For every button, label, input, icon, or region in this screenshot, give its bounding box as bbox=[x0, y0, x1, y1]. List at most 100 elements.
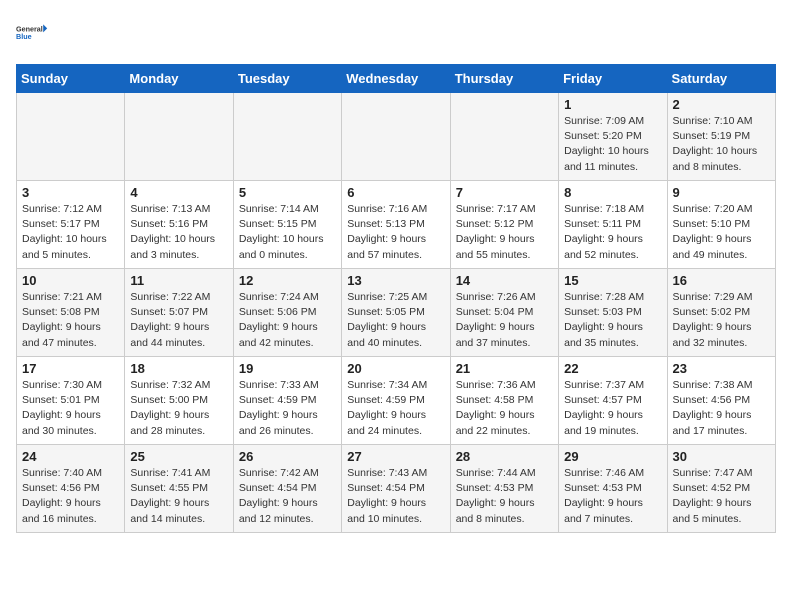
day-info: Sunrise: 7:17 AM Sunset: 5:12 PM Dayligh… bbox=[456, 202, 553, 263]
calendar-cell: 12 Sunrise: 7:24 AM Sunset: 5:06 PM Dayli… bbox=[233, 269, 341, 357]
day-info: Sunrise: 7:20 AM Sunset: 5:10 PM Dayligh… bbox=[673, 202, 770, 263]
calendar-cell: 20 Sunrise: 7:34 AM Sunset: 4:59 PM Dayli… bbox=[342, 357, 450, 445]
day-info: Sunrise: 7:43 AM Sunset: 4:54 PM Dayligh… bbox=[347, 466, 444, 527]
calendar-cell: 14 Sunrise: 7:26 AM Sunset: 5:04 PM Dayli… bbox=[450, 269, 558, 357]
week-row-4: 17 Sunrise: 7:30 AM Sunset: 5:01 PM Dayli… bbox=[17, 357, 776, 445]
calendar-cell: 19 Sunrise: 7:33 AM Sunset: 4:59 PM Dayli… bbox=[233, 357, 341, 445]
calendar-cell: 16Sunrise: 7:29 AM Sunset: 5:02 PM Dayli… bbox=[667, 269, 775, 357]
day-number: 23 bbox=[673, 361, 770, 376]
day-number: 24 bbox=[22, 449, 119, 464]
logo: GeneralBlue bbox=[16, 16, 48, 48]
day-number: 25 bbox=[130, 449, 227, 464]
day-info: Sunrise: 7:24 AM Sunset: 5:06 PM Dayligh… bbox=[239, 290, 336, 351]
day-info: Sunrise: 7:38 AM Sunset: 4:56 PM Dayligh… bbox=[673, 378, 770, 439]
calendar-cell bbox=[17, 93, 125, 181]
day-info: Sunrise: 7:12 AM Sunset: 5:17 PM Dayligh… bbox=[22, 202, 119, 263]
day-info: Sunrise: 7:30 AM Sunset: 5:01 PM Dayligh… bbox=[22, 378, 119, 439]
day-number: 17 bbox=[22, 361, 119, 376]
day-number: 26 bbox=[239, 449, 336, 464]
calendar-cell: 2Sunrise: 7:10 AM Sunset: 5:19 PM Daylig… bbox=[667, 93, 775, 181]
day-number: 7 bbox=[456, 185, 553, 200]
weekday-wednesday: Wednesday bbox=[342, 65, 450, 93]
day-info: Sunrise: 7:40 AM Sunset: 4:56 PM Dayligh… bbox=[22, 466, 119, 527]
calendar-cell bbox=[125, 93, 233, 181]
day-number: 22 bbox=[564, 361, 661, 376]
day-info: Sunrise: 7:37 AM Sunset: 4:57 PM Dayligh… bbox=[564, 378, 661, 439]
calendar-cell bbox=[342, 93, 450, 181]
calendar-cell: 10Sunrise: 7:21 AM Sunset: 5:08 PM Dayli… bbox=[17, 269, 125, 357]
day-info: Sunrise: 7:16 AM Sunset: 5:13 PM Dayligh… bbox=[347, 202, 444, 263]
day-number: 20 bbox=[347, 361, 444, 376]
calendar-cell: 27 Sunrise: 7:43 AM Sunset: 4:54 PM Dayli… bbox=[342, 445, 450, 533]
calendar-cell: 29Sunrise: 7:46 AM Sunset: 4:53 PM Dayli… bbox=[559, 445, 667, 533]
day-info: Sunrise: 7:41 AM Sunset: 4:55 PM Dayligh… bbox=[130, 466, 227, 527]
calendar-cell: 7 Sunrise: 7:17 AM Sunset: 5:12 PM Daylig… bbox=[450, 181, 558, 269]
calendar-header: SundayMondayTuesdayWednesdayThursdayFrid… bbox=[17, 65, 776, 93]
day-number: 19 bbox=[239, 361, 336, 376]
calendar-cell: 28Sunrise: 7:44 AM Sunset: 4:53 PM Dayli… bbox=[450, 445, 558, 533]
weekday-thursday: Thursday bbox=[450, 65, 558, 93]
day-info: Sunrise: 7:14 AM Sunset: 5:15 PM Dayligh… bbox=[239, 202, 336, 263]
calendar-cell: 15Sunrise: 7:28 AM Sunset: 5:03 PM Dayli… bbox=[559, 269, 667, 357]
calendar-body: 1Sunrise: 7:09 AM Sunset: 5:20 PM Daylig… bbox=[17, 93, 776, 533]
page-header: GeneralBlue bbox=[16, 16, 776, 48]
week-row-2: 3 Sunrise: 7:12 AM Sunset: 5:17 PM Daylig… bbox=[17, 181, 776, 269]
calendar-cell bbox=[450, 93, 558, 181]
calendar-cell: 25 Sunrise: 7:41 AM Sunset: 4:55 PM Dayli… bbox=[125, 445, 233, 533]
day-number: 9 bbox=[673, 185, 770, 200]
calendar-cell: 1Sunrise: 7:09 AM Sunset: 5:20 PM Daylig… bbox=[559, 93, 667, 181]
day-number: 30 bbox=[673, 449, 770, 464]
calendar-cell: 5 Sunrise: 7:14 AM Sunset: 5:15 PM Daylig… bbox=[233, 181, 341, 269]
calendar-cell: 3 Sunrise: 7:12 AM Sunset: 5:17 PM Daylig… bbox=[17, 181, 125, 269]
day-number: 12 bbox=[239, 273, 336, 288]
calendar-cell: 13 Sunrise: 7:25 AM Sunset: 5:05 PM Dayli… bbox=[342, 269, 450, 357]
day-number: 1 bbox=[564, 97, 661, 112]
day-number: 4 bbox=[130, 185, 227, 200]
day-number: 16 bbox=[673, 273, 770, 288]
calendar-cell: 21 Sunrise: 7:36 AM Sunset: 4:58 PM Dayli… bbox=[450, 357, 558, 445]
calendar-cell bbox=[233, 93, 341, 181]
day-info: Sunrise: 7:26 AM Sunset: 5:04 PM Dayligh… bbox=[456, 290, 553, 351]
week-row-5: 24 Sunrise: 7:40 AM Sunset: 4:56 PM Dayli… bbox=[17, 445, 776, 533]
day-info: Sunrise: 7:34 AM Sunset: 4:59 PM Dayligh… bbox=[347, 378, 444, 439]
day-number: 13 bbox=[347, 273, 444, 288]
day-number: 18 bbox=[130, 361, 227, 376]
calendar-cell: 6 Sunrise: 7:16 AM Sunset: 5:13 PM Daylig… bbox=[342, 181, 450, 269]
calendar-cell: 11 Sunrise: 7:22 AM Sunset: 5:07 PM Dayli… bbox=[125, 269, 233, 357]
day-info: Sunrise: 7:22 AM Sunset: 5:07 PM Dayligh… bbox=[130, 290, 227, 351]
day-number: 6 bbox=[347, 185, 444, 200]
day-info: Sunrise: 7:13 AM Sunset: 5:16 PM Dayligh… bbox=[130, 202, 227, 263]
day-info: Sunrise: 7:32 AM Sunset: 5:00 PM Dayligh… bbox=[130, 378, 227, 439]
calendar-cell: 4 Sunrise: 7:13 AM Sunset: 5:16 PM Daylig… bbox=[125, 181, 233, 269]
day-info: Sunrise: 7:47 AM Sunset: 4:52 PM Dayligh… bbox=[673, 466, 770, 527]
day-info: Sunrise: 7:28 AM Sunset: 5:03 PM Dayligh… bbox=[564, 290, 661, 351]
week-row-1: 1Sunrise: 7:09 AM Sunset: 5:20 PM Daylig… bbox=[17, 93, 776, 181]
weekday-monday: Monday bbox=[125, 65, 233, 93]
calendar-cell: 17 Sunrise: 7:30 AM Sunset: 5:01 PM Dayli… bbox=[17, 357, 125, 445]
day-info: Sunrise: 7:36 AM Sunset: 4:58 PM Dayligh… bbox=[456, 378, 553, 439]
day-number: 2 bbox=[673, 97, 770, 112]
svg-text:Blue: Blue bbox=[16, 32, 32, 41]
calendar-cell: 9 Sunrise: 7:20 AM Sunset: 5:10 PM Daylig… bbox=[667, 181, 775, 269]
day-info: Sunrise: 7:46 AM Sunset: 4:53 PM Dayligh… bbox=[564, 466, 661, 527]
day-info: Sunrise: 7:33 AM Sunset: 4:59 PM Dayligh… bbox=[239, 378, 336, 439]
day-number: 3 bbox=[22, 185, 119, 200]
calendar-table: SundayMondayTuesdayWednesdayThursdayFrid… bbox=[16, 64, 776, 533]
weekday-sunday: Sunday bbox=[17, 65, 125, 93]
day-number: 14 bbox=[456, 273, 553, 288]
calendar-cell: 18 Sunrise: 7:32 AM Sunset: 5:00 PM Dayli… bbox=[125, 357, 233, 445]
calendar-cell: 8Sunrise: 7:18 AM Sunset: 5:11 PM Daylig… bbox=[559, 181, 667, 269]
day-info: Sunrise: 7:25 AM Sunset: 5:05 PM Dayligh… bbox=[347, 290, 444, 351]
day-number: 10 bbox=[22, 273, 119, 288]
day-number: 28 bbox=[456, 449, 553, 464]
day-number: 8 bbox=[564, 185, 661, 200]
day-number: 5 bbox=[239, 185, 336, 200]
day-number: 21 bbox=[456, 361, 553, 376]
weekday-friday: Friday bbox=[559, 65, 667, 93]
calendar-cell: 26 Sunrise: 7:42 AM Sunset: 4:54 PM Dayli… bbox=[233, 445, 341, 533]
day-number: 27 bbox=[347, 449, 444, 464]
week-row-3: 10Sunrise: 7:21 AM Sunset: 5:08 PM Dayli… bbox=[17, 269, 776, 357]
day-info: Sunrise: 7:42 AM Sunset: 4:54 PM Dayligh… bbox=[239, 466, 336, 527]
day-number: 11 bbox=[130, 273, 227, 288]
calendar-cell: 30 Sunrise: 7:47 AM Sunset: 4:52 PM Dayli… bbox=[667, 445, 775, 533]
